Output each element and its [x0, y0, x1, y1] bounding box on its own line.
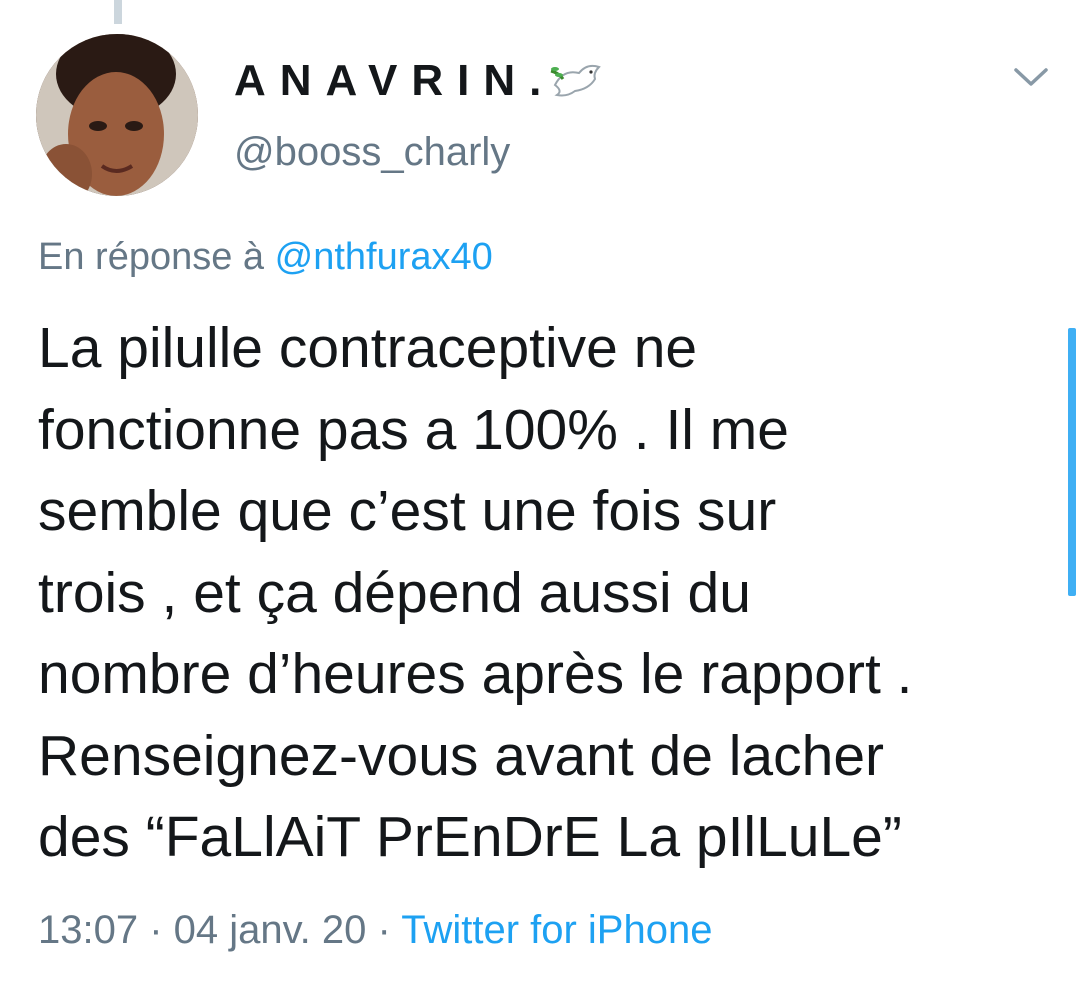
reply-to-link[interactable]: @nthfurax40	[275, 236, 493, 278]
meta-separator: ·	[366, 908, 402, 952]
tweet-line: semble que c’est une fois sur	[38, 479, 777, 543]
chevron-down-icon[interactable]	[1010, 62, 1052, 92]
tweet-time[interactable]: 13:07	[38, 908, 138, 952]
tweet-text: La pilulle contraceptive ne fonctionne p…	[38, 308, 1048, 879]
avatar-image	[36, 34, 198, 196]
tweet-line: des “FaLlAiT PrEnDrE La pIlLuLe”	[38, 805, 902, 869]
tweet-line: nombre d’heures après le rapport .	[38, 642, 913, 706]
meta-separator: ·	[138, 908, 174, 952]
avatar[interactable]	[36, 34, 198, 196]
reply-context: En réponse à @nthfurax40	[38, 236, 493, 279]
tweet-line: fonctionne pas a 100% . Il me	[38, 397, 789, 462]
author-display-name[interactable]: ANAVRIN.	[234, 56, 605, 106]
thread-connector-line	[114, 0, 122, 24]
tweet-source-link[interactable]: Twitter for iPhone	[401, 908, 712, 952]
scrollbar[interactable]	[1068, 328, 1076, 596]
tweet-line: Renseignez-vous avant de lacher	[38, 723, 885, 788]
tweet-metadata: 13:07 · 04 janv. 20 · Twitter for iPhone	[38, 908, 712, 953]
tweet-line: trois , et ça dépend aussi du	[38, 560, 751, 625]
reply-prefix: En réponse à	[38, 236, 265, 278]
author-handle[interactable]: @booss_charly	[234, 130, 510, 175]
tweet-date[interactable]: 04 janv. 20	[174, 908, 367, 952]
tweet-line: La pilulle contraceptive ne	[38, 316, 698, 380]
dove-icon	[549, 59, 605, 103]
author-name-text: ANAVRIN.	[234, 56, 556, 105]
